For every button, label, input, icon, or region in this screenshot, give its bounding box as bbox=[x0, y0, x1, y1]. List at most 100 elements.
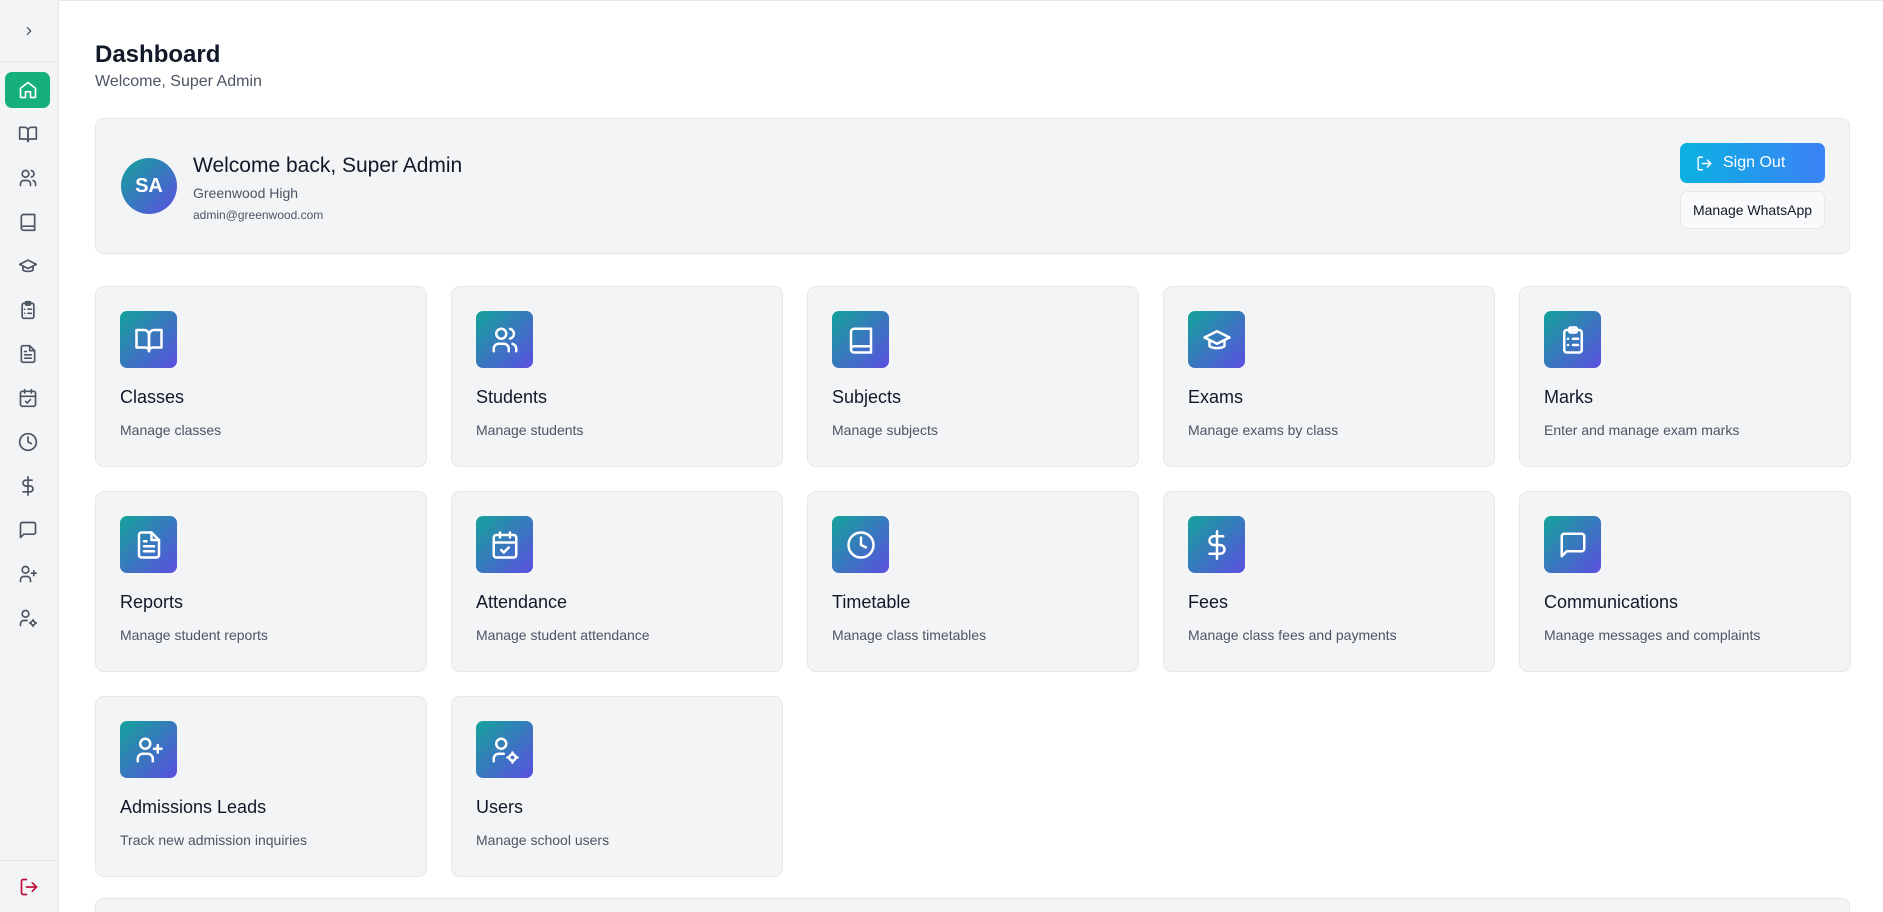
card-icon-box bbox=[120, 721, 177, 778]
card-icon-box bbox=[120, 516, 177, 573]
file-text-icon bbox=[137, 530, 160, 559]
calendar-check-icon bbox=[19, 388, 36, 408]
sidebar-toggle-button[interactable] bbox=[0, 0, 58, 62]
user-plus-icon bbox=[19, 565, 37, 583]
logout-icon bbox=[20, 878, 38, 895]
card-description: Manage student reports bbox=[120, 627, 268, 643]
module-card-subjects[interactable]: Subjects Manage subjects bbox=[807, 286, 1139, 467]
dollar-icon bbox=[1207, 529, 1226, 560]
avatar: SA bbox=[121, 158, 177, 214]
page-title: Dashboard bbox=[95, 41, 221, 68]
card-description: Enter and manage exam marks bbox=[1544, 422, 1740, 438]
card-icon-box bbox=[832, 516, 889, 573]
sidebar-item-message[interactable] bbox=[5, 512, 50, 548]
bottom-section bbox=[95, 898, 1850, 912]
card-title: Timetable bbox=[832, 592, 911, 612]
clipboard-list-icon bbox=[1562, 325, 1583, 354]
sign-out-button[interactable]: Sign Out bbox=[1680, 143, 1825, 183]
card-icon-box bbox=[476, 311, 533, 368]
welcome-card: SA Welcome back, Super Admin Greenwood H… bbox=[95, 118, 1850, 254]
card-description: Manage class timetables bbox=[832, 627, 987, 643]
module-card-marks[interactable]: Marks Enter and manage exam marks bbox=[1519, 286, 1851, 467]
card-title: Students bbox=[476, 387, 548, 407]
message-icon bbox=[1560, 532, 1585, 557]
message-icon bbox=[19, 521, 36, 539]
graduation-cap-icon bbox=[1202, 329, 1231, 349]
card-title: Subjects bbox=[832, 387, 902, 407]
school-name: Greenwood High bbox=[193, 185, 299, 201]
book-icon bbox=[849, 327, 872, 354]
card-icon-box bbox=[1188, 311, 1245, 368]
card-title: Fees bbox=[1188, 592, 1229, 612]
book-icon bbox=[20, 213, 36, 232]
page-subtitle: Welcome, Super Admin bbox=[95, 73, 262, 90]
card-description: Manage messages and complaints bbox=[1544, 627, 1761, 643]
card-icon-box bbox=[476, 721, 533, 778]
module-card-fees[interactable]: Fees Manage class fees and payments bbox=[1163, 491, 1495, 672]
card-description: Manage students bbox=[476, 422, 584, 438]
card-title: Attendance bbox=[476, 592, 568, 612]
card-icon-box bbox=[120, 311, 177, 368]
sidebar-item-user-plus[interactable] bbox=[5, 556, 50, 592]
card-icon-box bbox=[1544, 311, 1601, 368]
manage-whatsapp-button[interactable]: Manage WhatsApp bbox=[1680, 191, 1825, 229]
users-icon bbox=[19, 169, 36, 187]
sidebar-item-graduation-cap[interactable] bbox=[5, 248, 50, 284]
clock-icon bbox=[846, 530, 875, 559]
users-icon bbox=[492, 327, 518, 352]
card-icon-box bbox=[832, 311, 889, 368]
card-title: Reports bbox=[120, 592, 184, 612]
sidebar-item-dollar[interactable] bbox=[5, 468, 50, 504]
sign-out-label: Sign Out bbox=[1723, 154, 1786, 171]
dollar-icon bbox=[21, 476, 34, 496]
sidebar-item-home[interactable] bbox=[5, 72, 50, 108]
clock-icon bbox=[18, 432, 37, 452]
sidebar-item-book-open[interactable] bbox=[5, 116, 50, 152]
calendar-check-icon bbox=[492, 530, 517, 559]
sidebar-item-user-cog[interactable] bbox=[5, 600, 50, 636]
logout-button[interactable] bbox=[0, 860, 58, 912]
user-plus-icon bbox=[136, 737, 163, 762]
chevron-right-icon bbox=[26, 26, 32, 35]
card-icon-box bbox=[476, 516, 533, 573]
sidebar-item-calendar-check[interactable] bbox=[5, 380, 50, 416]
sidebar-item-file-text[interactable] bbox=[5, 336, 50, 372]
module-card-classes[interactable]: Classes Manage classes bbox=[95, 286, 427, 467]
book-open-icon bbox=[18, 126, 37, 143]
module-card-users[interactable]: Users Manage school users bbox=[451, 696, 783, 877]
card-description: Track new admission inquiries bbox=[120, 832, 307, 848]
sidebar-item-clipboard-list[interactable] bbox=[5, 292, 50, 328]
file-text-icon bbox=[20, 344, 36, 364]
sidebar-item-users[interactable] bbox=[5, 160, 50, 196]
card-description: Manage exams by class bbox=[1188, 422, 1339, 438]
main-content: Dashboard Welcome, Super Admin SA Welcom… bbox=[59, 0, 1883, 912]
card-title: Admissions Leads bbox=[120, 797, 267, 817]
sidebar bbox=[0, 0, 59, 912]
module-card-reports[interactable]: Reports Manage student reports bbox=[95, 491, 427, 672]
book-open-icon bbox=[134, 328, 163, 352]
sidebar-item-book[interactable] bbox=[5, 204, 50, 240]
card-icon-box bbox=[1544, 516, 1601, 573]
module-card-exams[interactable]: Exams Manage exams by class bbox=[1163, 286, 1495, 467]
card-title: Exams bbox=[1188, 387, 1244, 407]
card-icon-box bbox=[1188, 516, 1245, 573]
module-card-timetable[interactable]: Timetable Manage class timetables bbox=[807, 491, 1139, 672]
card-description: Manage subjects bbox=[832, 422, 938, 438]
user-email: admin@greenwood.com bbox=[193, 208, 324, 222]
clipboard-list-icon bbox=[20, 300, 35, 320]
module-card-admissions-leads[interactable]: Admissions Leads Track new admission inqu… bbox=[95, 696, 427, 877]
welcome-name: Welcome back, Super Admin bbox=[193, 154, 463, 177]
card-title: Users bbox=[476, 797, 524, 817]
module-card-students[interactable]: Students Manage students bbox=[451, 286, 783, 467]
module-card-communications[interactable]: Communications Manage messages and compla… bbox=[1519, 491, 1851, 672]
card-description: Manage class fees and payments bbox=[1188, 627, 1397, 643]
card-title: Classes bbox=[120, 387, 185, 407]
graduation-cap-icon bbox=[18, 259, 37, 273]
card-title: Communications bbox=[1544, 592, 1679, 612]
card-description: Manage school users bbox=[476, 832, 610, 848]
logout-icon bbox=[1697, 155, 1712, 171]
card-description: Manage student attendance bbox=[476, 627, 650, 643]
module-card-attendance[interactable]: Attendance Manage student attendance bbox=[451, 491, 783, 672]
user-cog-icon bbox=[492, 737, 519, 764]
sidebar-item-clock[interactable] bbox=[5, 424, 50, 460]
